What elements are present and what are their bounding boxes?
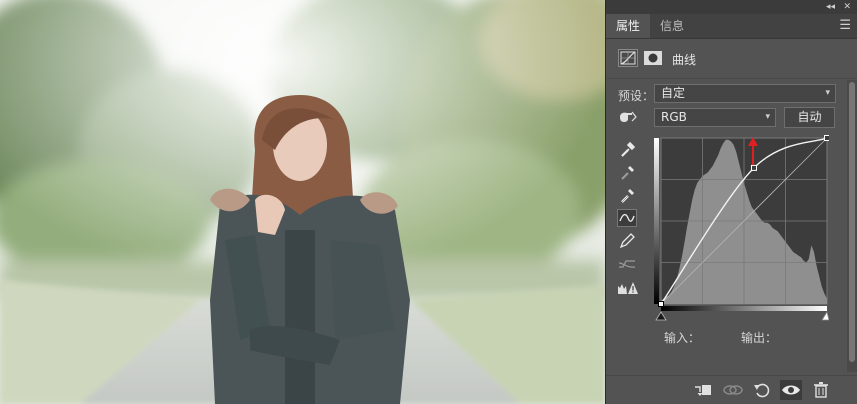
adjustment-title: 曲线 bbox=[672, 53, 697, 67]
adjustment-header: 曲线 bbox=[606, 40, 857, 79]
pencil-icon[interactable] bbox=[617, 232, 637, 250]
smooth-icon[interactable] bbox=[617, 255, 637, 273]
chevron-down-icon: ▾ bbox=[765, 112, 770, 122]
curve-control-point[interactable] bbox=[658, 301, 664, 307]
panel-menu-icon[interactable]: ☰ bbox=[839, 19, 851, 33]
close-icon[interactable]: ✕ bbox=[843, 0, 851, 14]
photo-image bbox=[0, 0, 605, 404]
preset-label: 预设： bbox=[618, 89, 655, 103]
white-point-slider[interactable] bbox=[821, 310, 829, 321]
panel-bottom-toolbar bbox=[606, 375, 857, 404]
reset-icon[interactable] bbox=[751, 380, 773, 400]
input-label: 输入： bbox=[664, 331, 701, 345]
collapse-icon[interactable]: ◂◂ bbox=[826, 0, 835, 14]
canvas-photo bbox=[0, 0, 605, 404]
chevron-down-icon: ▾ bbox=[825, 88, 830, 98]
black-point-slider[interactable] bbox=[655, 311, 667, 321]
annotation-arrow-icon bbox=[748, 137, 758, 165]
white-eyedropper-icon[interactable] bbox=[617, 186, 637, 204]
black-eyedropper-icon[interactable] bbox=[617, 140, 637, 158]
gray-eyedropper-icon[interactable] bbox=[617, 163, 637, 181]
input-gradient-bar bbox=[661, 306, 827, 311]
preset-value: 自定 bbox=[661, 86, 686, 100]
hand-target-icon[interactable] bbox=[617, 108, 637, 126]
mask-icon[interactable] bbox=[643, 49, 663, 67]
properties-panel: ◂◂ ✕ 属性 信息 ☰ 曲线 预设： 自定 ▾ RGB ▾ 自动 输入： 输出… bbox=[605, 0, 857, 404]
clipping-warning-icon[interactable] bbox=[617, 280, 638, 298]
channel-value: RGB bbox=[661, 110, 687, 124]
preset-dropdown[interactable]: 自定 ▾ bbox=[654, 84, 836, 103]
panel-titlebar: ◂◂ ✕ bbox=[606, 0, 857, 14]
output-gradient-bar bbox=[654, 138, 659, 304]
scrollbar-thumb[interactable] bbox=[849, 82, 855, 362]
delete-trash-icon[interactable] bbox=[810, 380, 832, 400]
tab-info[interactable]: 信息 bbox=[650, 14, 694, 38]
panel-tabs: 属性 信息 ☰ bbox=[606, 14, 857, 39]
panel-scrollbar[interactable] bbox=[847, 80, 857, 372]
curve-edit-icon[interactable] bbox=[617, 209, 637, 227]
clip-to-layer-icon[interactable] bbox=[692, 380, 714, 400]
visibility-eye-icon[interactable] bbox=[780, 380, 802, 400]
auto-button[interactable]: 自动 bbox=[784, 107, 835, 128]
curves-adjustment-icon[interactable] bbox=[618, 49, 638, 67]
curves-graph[interactable] bbox=[649, 134, 829, 322]
curve-control-point[interactable] bbox=[751, 164, 757, 171]
curve-control-point[interactable] bbox=[824, 135, 830, 141]
view-previous-icon[interactable] bbox=[722, 380, 744, 400]
output-label: 输出： bbox=[741, 331, 778, 345]
tab-properties[interactable]: 属性 bbox=[606, 14, 651, 38]
channel-dropdown[interactable]: RGB ▾ bbox=[654, 108, 776, 127]
